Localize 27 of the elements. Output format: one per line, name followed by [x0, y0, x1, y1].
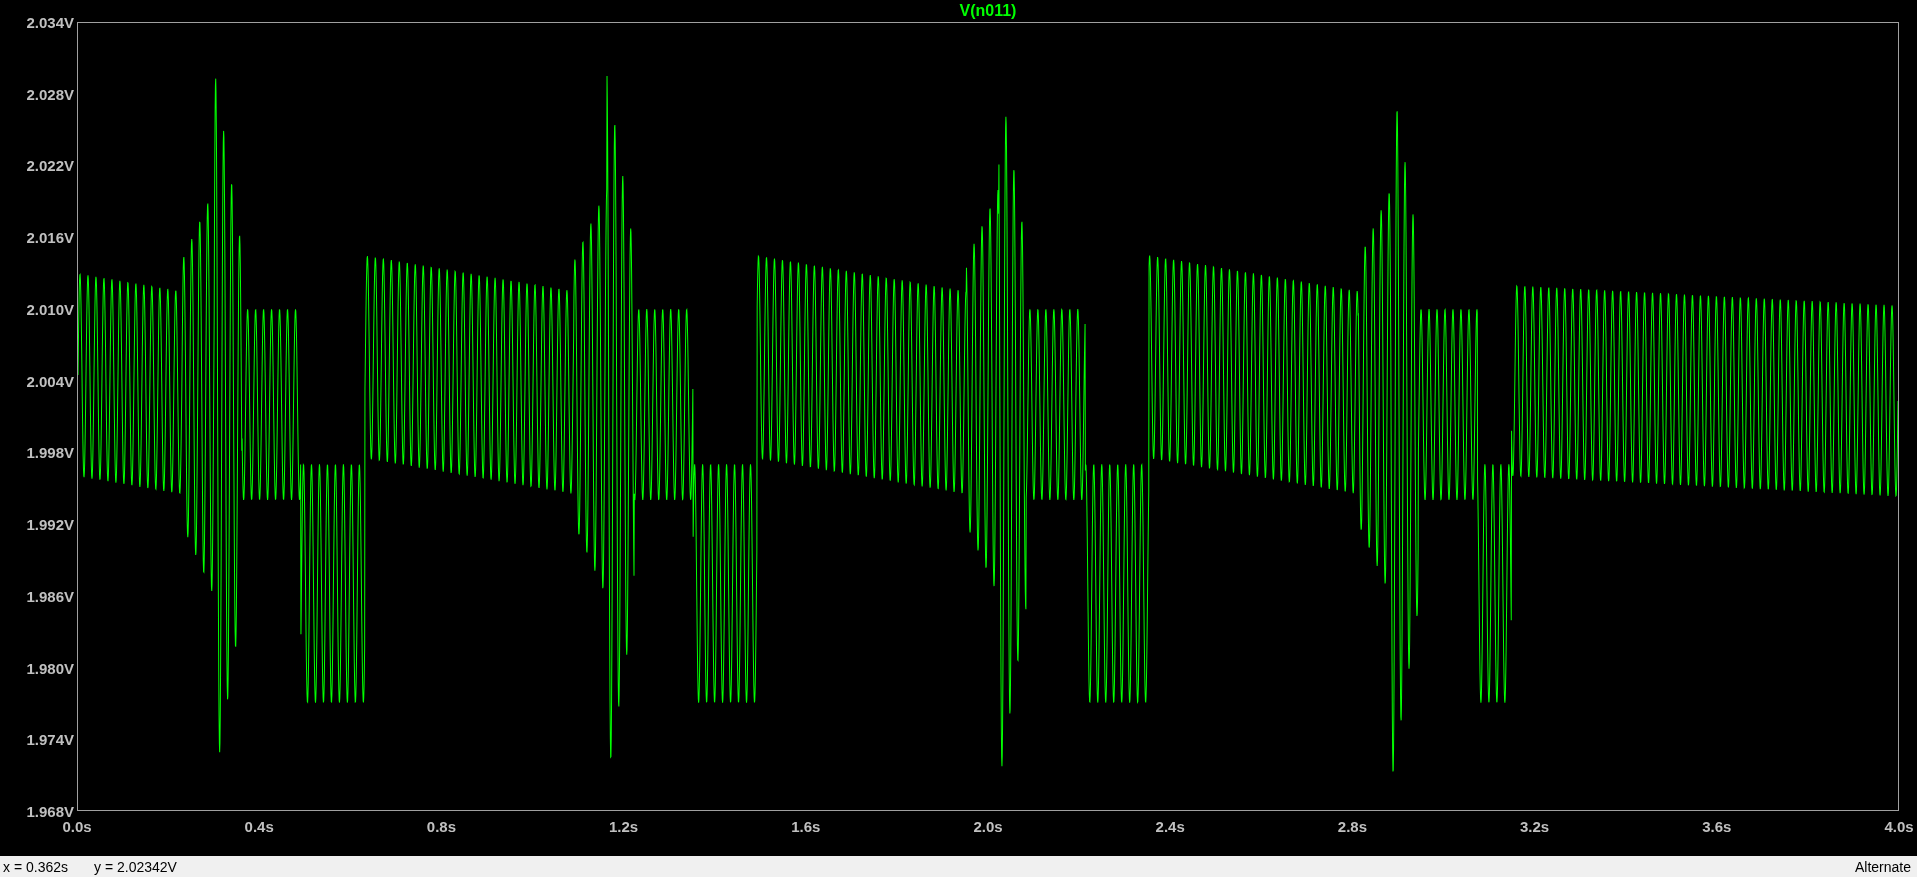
y-axis-label: 1.974V: [26, 730, 74, 748]
x-axis-label: 1.6s: [791, 818, 821, 835]
x-axis-label: 2.4s: [1155, 818, 1185, 835]
cursor-y-readout: y = 2.02342V: [94, 858, 177, 875]
y-axis-label: 1.986V: [26, 587, 74, 605]
trace-title: V(n011): [959, 2, 1017, 20]
y-axis-label: 2.016V: [26, 228, 74, 246]
y-axis-label: 1.992V: [26, 515, 74, 533]
y-axis-label: 2.028V: [26, 85, 74, 103]
y-axis-label: 2.010V: [26, 300, 74, 318]
x-axis-label: 4.0s: [1884, 818, 1914, 835]
cursor-x-readout: x = 0.362s: [3, 858, 68, 875]
mode-label: Alternate: [1854, 858, 1911, 875]
x-axis-label: 0.8s: [426, 818, 456, 835]
x-axis-label: 0.4s: [244, 818, 274, 835]
y-axis-label: 2.004V: [26, 372, 74, 390]
x-axis-label: 1.2s: [609, 818, 639, 835]
y-axis-label: 1.968V: [26, 802, 74, 820]
y-axis-label: 2.034V: [26, 13, 74, 31]
x-axis-label: 3.6s: [1702, 818, 1732, 835]
x-axis-label: 0.0s: [62, 818, 92, 835]
y-axis-label: 2.022V: [26, 156, 74, 174]
x-axis-label: 3.2s: [1520, 818, 1550, 835]
x-axis-label: 2.8s: [1337, 818, 1367, 835]
y-axis-label: 1.980V: [26, 659, 74, 677]
y-axis-label: 1.998V: [26, 443, 74, 461]
x-axis-label: 2.0s: [973, 818, 1003, 835]
